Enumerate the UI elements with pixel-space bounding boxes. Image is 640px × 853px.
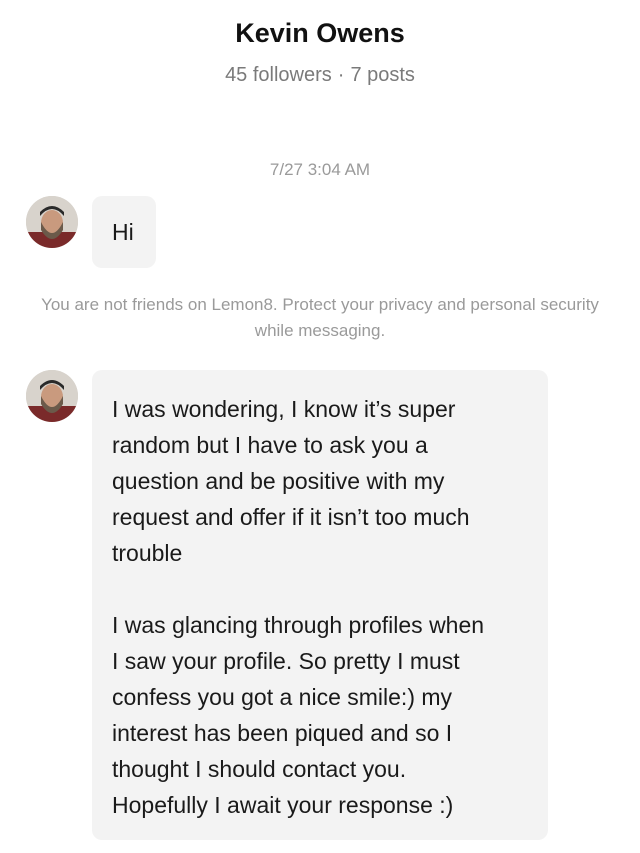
message-bubble[interactable]: Hi — [92, 196, 156, 268]
chat-header: Kevin Owens 45 followers · 7 posts — [0, 0, 640, 110]
message-text: Hi — [112, 219, 134, 245]
message-paragraph: I was glancing through profiles when I s… — [112, 612, 485, 818]
avatar-photo-icon — [26, 196, 78, 248]
followers-count: 45 followers — [225, 64, 332, 86]
avatar-photo-icon — [26, 370, 78, 422]
message-bubble[interactable]: I was wondering, I know it’s super rando… — [92, 370, 548, 840]
message-timestamp: 7/27 3:04 AM — [269, 160, 371, 179]
sender-avatar[interactable] — [26, 370, 78, 422]
sender-avatar[interactable] — [26, 196, 78, 248]
stats-separator: · — [337, 64, 345, 86]
contact-stats: 45 followers · 7 posts — [0, 64, 640, 87]
message-paragraph: I was wondering, I know it’s super rando… — [112, 396, 470, 566]
contact-name[interactable]: Kevin Owens — [0, 18, 640, 49]
posts-count: 7 posts — [350, 64, 415, 86]
privacy-notice: You are not friends on Lemon8. Protect y… — [41, 295, 599, 340]
